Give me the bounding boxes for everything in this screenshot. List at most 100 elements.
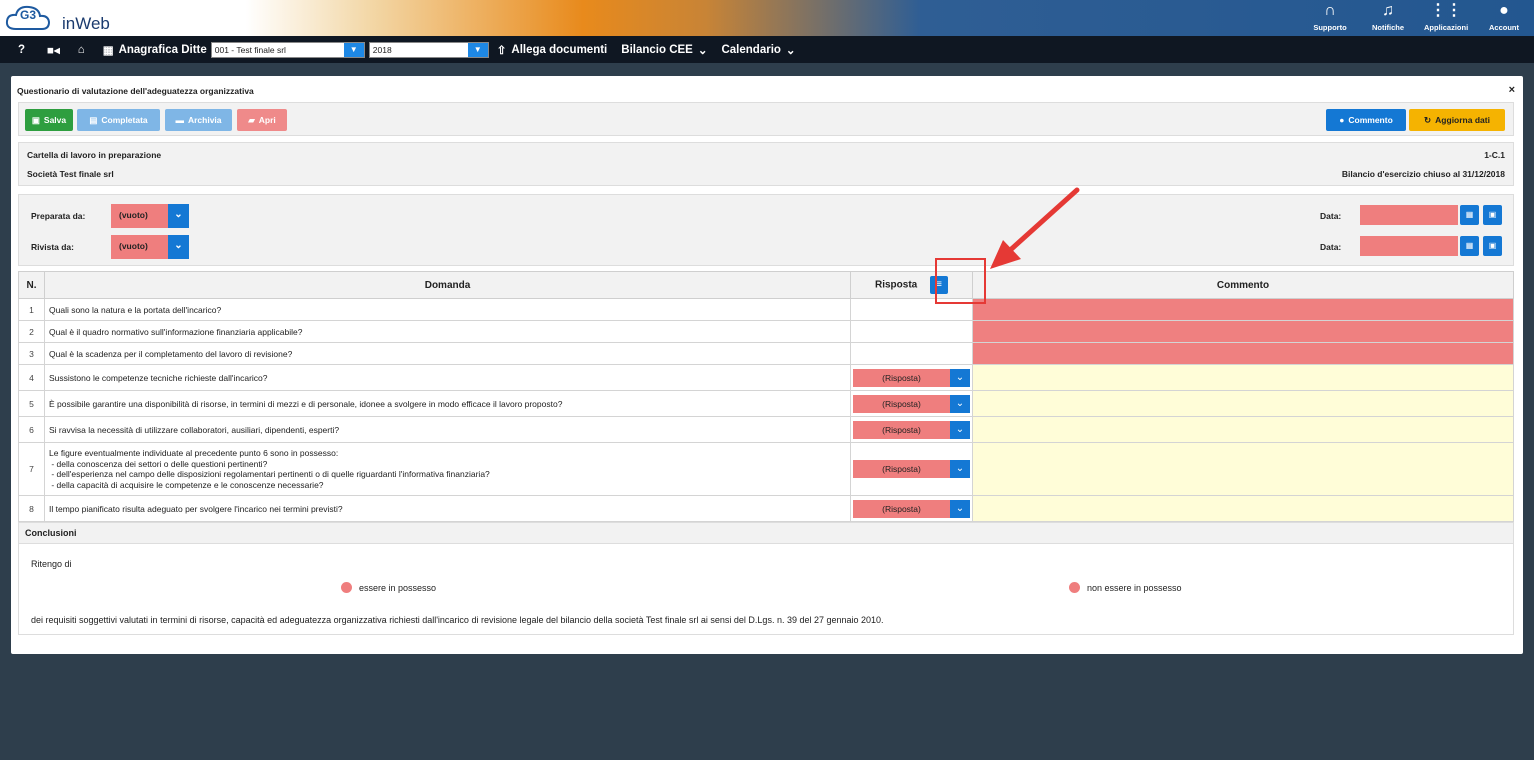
bell-icon: ♫ xyxy=(1382,2,1394,19)
support-button[interactable]: ∩ Supporto xyxy=(1308,2,1352,32)
chevron-down-icon: ⌄ xyxy=(950,368,970,387)
chevron-down-icon: ▼ xyxy=(467,42,488,57)
comment-cell[interactable] xyxy=(972,364,1514,391)
answer-cell[interactable] xyxy=(850,342,973,365)
chevron-down-icon: ▼ xyxy=(343,42,364,57)
upload-icon: ⇧ xyxy=(496,44,507,57)
conclusioni-box: Conclusioni Ritengo di essere in possess… xyxy=(18,522,1514,635)
account-button[interactable]: ● Account xyxy=(1482,2,1526,32)
conclusioni-title: Conclusioni xyxy=(19,523,1513,544)
notifications-button[interactable]: ♫ Notifiche xyxy=(1366,2,1410,32)
document-code: 1-C.1 xyxy=(1484,150,1505,160)
status-text: Cartella di lavoro in preparazione xyxy=(27,150,162,160)
anagrafica-menu[interactable]: ▦ Anagrafica Ditte xyxy=(103,43,207,57)
answer-select[interactable]: (Risposta) ⌄ xyxy=(853,499,970,518)
preparata-select[interactable]: (vuoto) ⌄ xyxy=(111,204,189,228)
calendario-menu[interactable]: Calendario ⌄ xyxy=(721,43,795,57)
year-select[interactable]: 2018 ▼ xyxy=(368,41,489,58)
account-icon: ● xyxy=(1499,2,1509,19)
answer-cell[interactable] xyxy=(850,320,973,343)
allega-documenti-link[interactable]: ⇧ Allega documenti xyxy=(497,43,608,57)
preparata-date-input[interactable] xyxy=(1360,205,1458,225)
table-row: 8 Il tempo pianificato risulta adeguato … xyxy=(18,495,1514,522)
answer-select[interactable]: (Risposta) ⌄ xyxy=(853,460,970,478)
rivista-label: Rivista da: xyxy=(31,242,74,252)
answer-select[interactable]: (Risposta) ⌄ xyxy=(853,394,970,413)
calendar-icon[interactable]: ▦ xyxy=(1460,236,1479,256)
main-navbar: ? ■◂ ⌂ ▦ Anagrafica Ditte 001 - Test fin… xyxy=(0,36,1534,63)
bilancio-text: Bilancio d'esercizio chiuso al 31/12/201… xyxy=(1341,169,1505,179)
table-row: 4 Sussistono le competenze tecniche rich… xyxy=(18,364,1514,391)
info-box: Cartella di lavoro in preparazione 1-C.1… xyxy=(18,142,1514,186)
archive-icon: ▬ xyxy=(175,115,184,125)
option-non-essere-label: non essere in possesso xyxy=(1087,583,1182,593)
signoff-box: Preparata da: (vuoto) ⌄ Rivista da: (vuo… xyxy=(18,194,1514,266)
comment-icon: ● xyxy=(1339,115,1345,125)
questions-table: N. Domanda Risposta ≡ Commento 1 Quali s… xyxy=(18,271,1514,522)
bilancio-cee-menu[interactable]: Bilancio CEE ⌄ xyxy=(621,43,707,57)
close-icon[interactable]: × xyxy=(1509,84,1515,96)
comment-cell[interactable] xyxy=(972,342,1514,365)
question-text: Quali sono la natura e la portata dell'i… xyxy=(44,298,851,321)
answer-select[interactable]: (Risposta) ⌄ xyxy=(853,368,970,387)
chevron-down-icon: ⌄ xyxy=(950,420,970,439)
app-title: inWeb xyxy=(62,14,110,33)
comment-cell[interactable] xyxy=(972,298,1514,321)
chevron-down-icon: ⌄ xyxy=(785,44,796,57)
aggiorna-dati-button[interactable]: ↻ Aggiorna dati xyxy=(1409,109,1505,131)
refresh-icon: ↻ xyxy=(1424,114,1432,125)
radio-non-essere[interactable] xyxy=(1069,582,1080,593)
apri-button[interactable]: ▰ Apri xyxy=(237,109,287,131)
data-label-2: Data: xyxy=(1320,242,1342,252)
chevron-down-icon: ⌄ xyxy=(697,44,708,57)
rivista-select[interactable]: (vuoto) ⌄ xyxy=(111,235,189,259)
chevron-down-icon: ⌄ xyxy=(168,204,189,228)
company-name: Società Test finale srl xyxy=(27,169,114,179)
option-essere-label: essere in possesso xyxy=(359,583,437,593)
archivia-button[interactable]: ▬ Archivia xyxy=(165,109,232,131)
calendar-today-icon[interactable]: ▣ xyxy=(1483,205,1502,225)
data-label-1: Data: xyxy=(1320,211,1342,221)
toolbar: ▣ Salva ▤ Completata ▬ Archivia ▰ Apri ● Comm… xyxy=(18,102,1514,136)
table-row: 5 È possibile garantire una disponibilit… xyxy=(18,390,1514,417)
table-row: 7 Le figure eventualmente individuate al… xyxy=(18,442,1514,496)
company-select[interactable]: 001 - Test finale srl ▼ xyxy=(210,41,365,58)
question-text: Le figure eventualmente individuate al p… xyxy=(44,442,851,496)
radio-essere[interactable] xyxy=(341,582,352,593)
chevron-down-icon: ⌄ xyxy=(950,394,970,413)
question-text: È possibile garantire una disponibilità … xyxy=(44,390,851,417)
calendar-icon[interactable]: ▦ xyxy=(1460,205,1479,225)
commento-button[interactable]: ● Commento xyxy=(1326,109,1406,131)
folder-icon: ▰ xyxy=(248,114,255,125)
questionnaire-panel: Questionario di valutazione dell'adeguat… xyxy=(11,76,1523,654)
help-button[interactable]: ? xyxy=(18,44,25,56)
save-button[interactable]: ▣ Salva xyxy=(25,109,73,131)
comment-cell[interactable] xyxy=(972,416,1514,443)
chevron-down-icon: ⌄ xyxy=(168,235,189,259)
question-text: Si ravvisa la necessità di utilizzare co… xyxy=(44,416,851,443)
calendar-today-icon[interactable]: ▣ xyxy=(1483,236,1502,256)
video-icon[interactable]: ■◂ xyxy=(47,43,60,57)
col-commento: Commento xyxy=(972,271,1514,299)
conclusioni-text: dei requisiti soggettivi valutati in ter… xyxy=(31,615,884,625)
table-row: 2 Qual è il quadro normativo sull'inform… xyxy=(18,320,1514,343)
apps-icon: ⋮⋮ xyxy=(1430,2,1462,19)
table-row: 1 Quali sono la natura e la portata dell… xyxy=(18,298,1514,321)
completata-button[interactable]: ▤ Completata xyxy=(77,109,160,131)
panel-title: Questionario di valutazione dell'adeguat… xyxy=(17,86,254,96)
comment-cell[interactable] xyxy=(972,495,1514,522)
annotation-arrow-icon xyxy=(990,187,1080,269)
preparata-label: Preparata da: xyxy=(31,211,86,221)
comment-cell[interactable] xyxy=(972,442,1514,496)
home-icon[interactable]: ⌂ xyxy=(78,44,85,56)
question-text: Qual è la scadenza per il completamento … xyxy=(44,342,851,365)
rivista-date-input[interactable] xyxy=(1360,236,1458,256)
comment-cell[interactable] xyxy=(972,390,1514,417)
comment-cell[interactable] xyxy=(972,320,1514,343)
question-text: Qual è il quadro normativo sull'informaz… xyxy=(44,320,851,343)
highlight-box xyxy=(935,258,986,304)
floppy-icon: ▣ xyxy=(31,114,40,125)
headset-icon: ∩ xyxy=(1324,2,1336,19)
apps-button[interactable]: ⋮⋮ Applicazioni xyxy=(1424,2,1468,32)
answer-select[interactable]: (Risposta) ⌄ xyxy=(853,420,970,439)
